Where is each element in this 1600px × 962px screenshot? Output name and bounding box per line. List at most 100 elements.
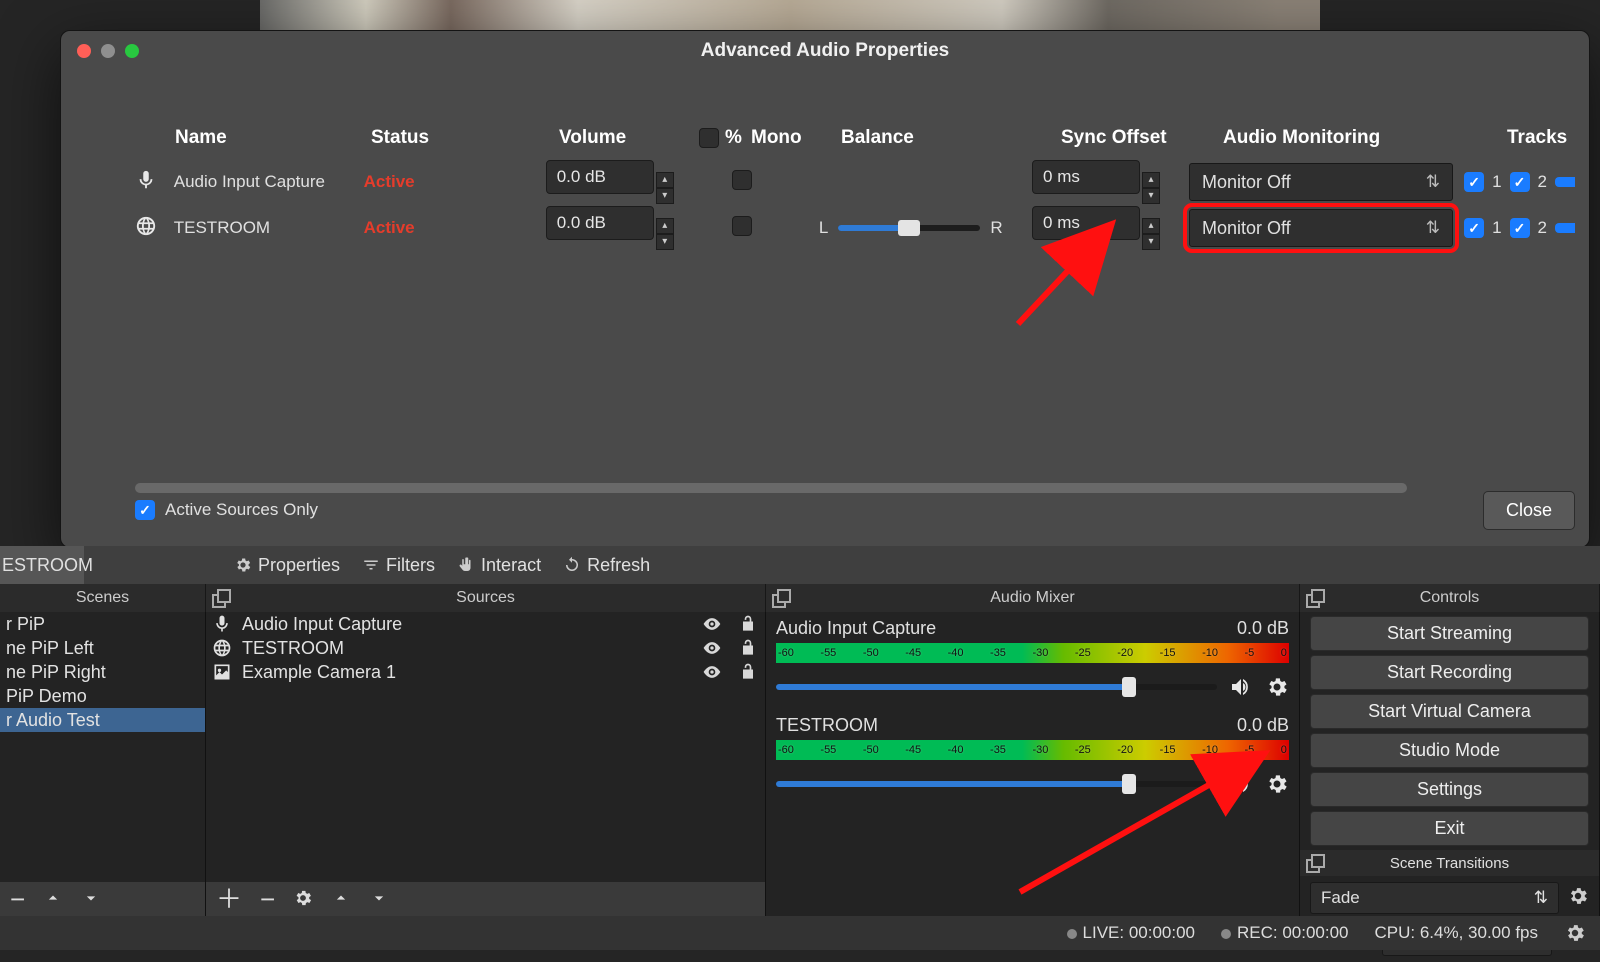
controls-panel: Start Streaming Start Recording Start Virt…	[1300, 612, 1600, 916]
col-sync: Sync Offset	[1061, 127, 1223, 149]
interact-button[interactable]: Interact	[457, 555, 541, 576]
controls-header: Controls	[1300, 584, 1600, 612]
track-3-checkbox[interactable]	[1555, 223, 1575, 233]
volume-input[interactable]	[546, 160, 654, 194]
monitoring-select[interactable]: Monitor Off⇅	[1189, 209, 1453, 247]
status-rec: REC: 00:00:00	[1221, 923, 1349, 943]
mute-icon[interactable]	[1229, 772, 1253, 796]
mixer-header: Audio Mixer	[766, 584, 1300, 612]
studio-mode-button[interactable]: Studio Mode	[1310, 733, 1589, 768]
volume-slider[interactable]	[776, 781, 1217, 787]
spin-up[interactable]: ▴	[656, 172, 674, 188]
channel-settings-icon[interactable]	[1265, 675, 1289, 699]
popout-icon[interactable]	[1306, 588, 1324, 606]
level-meter: -60-55-50-45-40-35-30-25-20-15-10-50	[776, 740, 1289, 760]
scene-item[interactable]: ne PiP Left	[0, 636, 205, 660]
sync-field: ▴▾	[1032, 160, 1189, 204]
source-item[interactable]: Audio Input Capture	[206, 612, 765, 636]
source-name: Audio Input Capture	[174, 172, 364, 192]
lock-icon[interactable]	[737, 638, 759, 658]
scene-up-button[interactable]	[43, 886, 63, 912]
volume-input[interactable]	[546, 206, 654, 240]
spin-up[interactable]: ▴	[1142, 172, 1160, 188]
globe-icon	[135, 215, 174, 242]
status-badge: Active	[364, 172, 546, 192]
lock-icon[interactable]	[737, 662, 759, 682]
close-button[interactable]: Close	[1483, 491, 1575, 530]
status-bar: LIVE: 00:00:00 REC: 00:00:00 CPU: 6.4%, …	[0, 916, 1600, 950]
source-down-button[interactable]	[369, 886, 389, 912]
source-up-button[interactable]	[331, 886, 351, 912]
active-sources-only[interactable]: Active Sources Only	[135, 500, 318, 520]
table-header: Name Status Volume % Mono Balance Sync O…	[135, 117, 1575, 159]
exit-button[interactable]: Exit	[1310, 811, 1589, 846]
scene-down-button[interactable]	[81, 886, 101, 912]
col-tracks: Tracks	[1507, 127, 1567, 149]
start-streaming-button[interactable]: Start Streaming	[1310, 616, 1589, 651]
start-recording-button[interactable]: Start Recording	[1310, 655, 1589, 690]
start-virtual-camera-button[interactable]: Start Virtual Camera	[1310, 694, 1589, 729]
percent-toggle[interactable]	[699, 128, 719, 148]
channel-settings-icon[interactable]	[1265, 772, 1289, 796]
source-settings-button[interactable]	[293, 886, 313, 912]
track-1-checkbox[interactable]	[1464, 218, 1484, 238]
mono-checkbox[interactable]	[732, 216, 752, 236]
dialog-title: Advanced Audio Properties	[61, 40, 1589, 62]
track-3-checkbox[interactable]	[1555, 177, 1575, 187]
transition-settings-icon[interactable]	[1567, 885, 1589, 912]
transition-select[interactable]: Fade⇅	[1310, 882, 1559, 914]
track-2-checkbox[interactable]	[1510, 218, 1530, 238]
settings-button[interactable]: Settings	[1310, 772, 1589, 807]
visibility-icon[interactable]	[701, 638, 723, 658]
track-checkboxes: 1 2	[1464, 218, 1575, 238]
col-name: Name	[175, 127, 371, 149]
spin-up[interactable]: ▴	[1142, 218, 1160, 234]
sources-header: Sources	[206, 584, 766, 612]
sync-input[interactable]	[1032, 160, 1140, 194]
mixer-channel: TESTROOM0.0 dB -60-55-50-45-40-35-30-25-…	[766, 709, 1299, 806]
source-item[interactable]: TESTROOM	[206, 636, 765, 660]
lock-icon[interactable]	[737, 614, 759, 634]
obs-main-window: Advanced Audio Properties Name Status Vo…	[0, 0, 1600, 950]
scene-item[interactable]: r Audio Test	[0, 708, 205, 732]
scene-item[interactable]: PiP Demo	[0, 684, 205, 708]
channel-level: 0.0 dB	[1237, 618, 1289, 639]
spin-down[interactable]: ▾	[1142, 234, 1160, 250]
checkbox-icon[interactable]	[135, 500, 155, 520]
spin-down[interactable]: ▾	[1142, 188, 1160, 204]
status-live: LIVE: 00:00:00	[1067, 923, 1195, 943]
channel-name: TESTROOM	[776, 715, 878, 736]
dialog-titlebar: Advanced Audio Properties	[61, 31, 1589, 71]
popout-icon[interactable]	[1306, 853, 1324, 871]
filters-button[interactable]: Filters	[362, 555, 435, 576]
statusbar-settings-icon[interactable]	[1564, 922, 1586, 944]
monitoring-select[interactable]: Monitor Off⇅	[1189, 163, 1453, 201]
spin-down[interactable]: ▾	[656, 188, 674, 204]
volume-field: ▴▾	[546, 206, 682, 250]
track-1-checkbox[interactable]	[1464, 172, 1484, 192]
properties-button[interactable]: Properties	[234, 555, 340, 576]
image-icon	[212, 662, 232, 682]
mute-icon[interactable]	[1229, 675, 1253, 699]
audio-table: Name Status Volume % Mono Balance Sync O…	[135, 117, 1575, 493]
spin-up[interactable]: ▴	[656, 218, 674, 234]
level-meter: -60-55-50-45-40-35-30-25-20-15-10-50	[776, 643, 1289, 663]
add-source-button[interactable]: ＋	[216, 886, 242, 912]
popout-icon[interactable]	[212, 588, 230, 606]
popout-icon[interactable]	[772, 588, 790, 606]
mono-checkbox[interactable]	[732, 170, 752, 190]
visibility-icon[interactable]	[701, 662, 723, 682]
sync-input[interactable]	[1032, 206, 1140, 240]
refresh-button[interactable]: Refresh	[563, 555, 650, 576]
balance-slider[interactable]: L R	[819, 218, 1032, 238]
volume-slider[interactable]	[776, 684, 1217, 690]
remove-source-button[interactable]: −	[260, 886, 275, 912]
scene-item[interactable]: ne PiP Right	[0, 660, 205, 684]
add-scene-button[interactable]: −	[10, 886, 25, 912]
spin-down[interactable]: ▾	[656, 234, 674, 250]
source-item[interactable]: Example Camera 1	[206, 660, 765, 684]
visibility-icon[interactable]	[701, 614, 723, 634]
scene-item[interactable]: r PiP	[0, 612, 205, 636]
col-percent: %	[699, 127, 751, 149]
track-2-checkbox[interactable]	[1510, 172, 1530, 192]
